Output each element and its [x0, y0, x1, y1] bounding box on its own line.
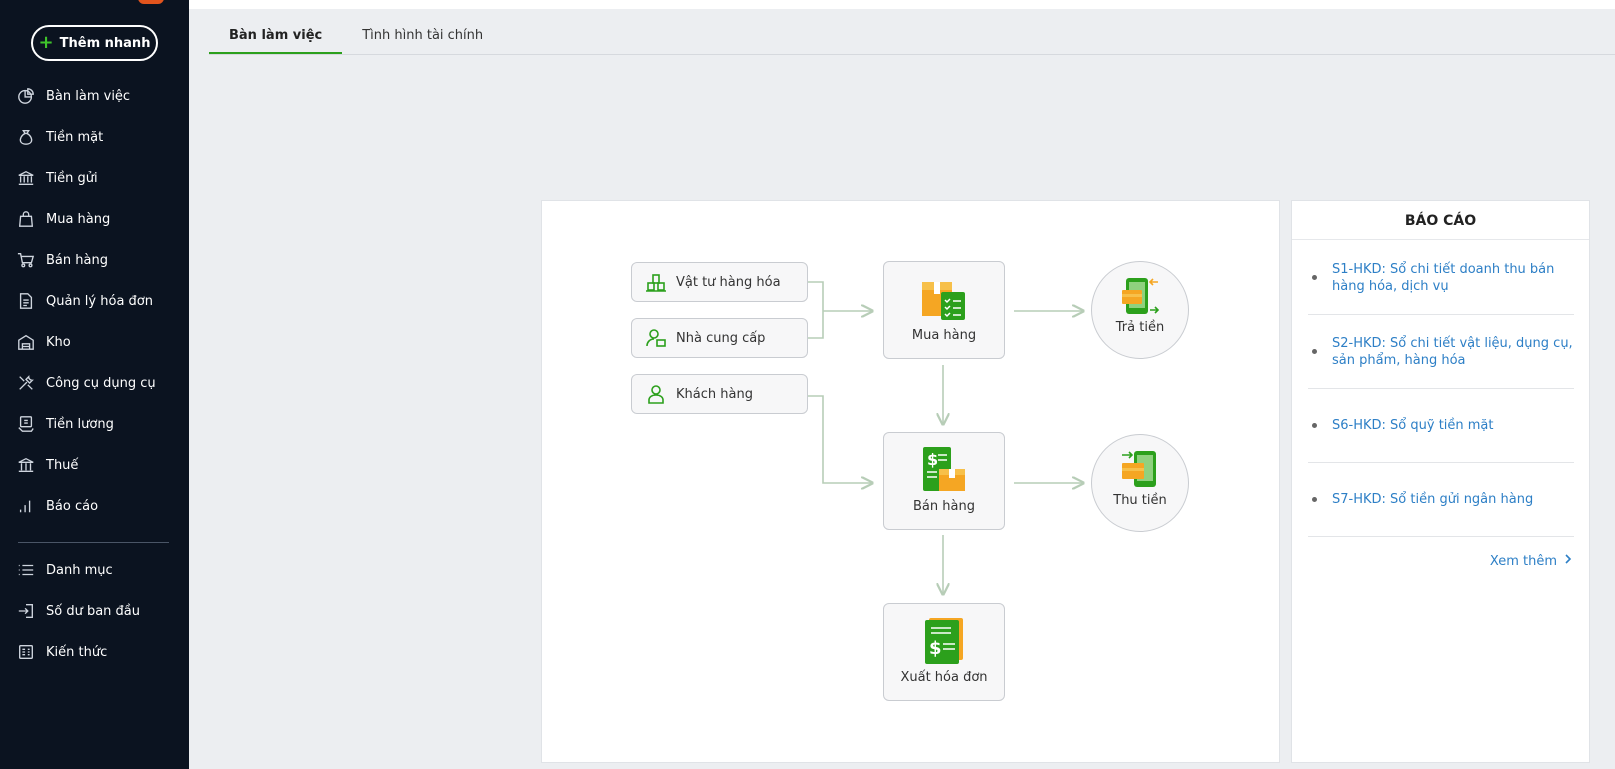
login-icon: [16, 601, 36, 621]
chip-customer[interactable]: Khách hàng: [631, 374, 808, 414]
purchase-box[interactable]: Mua hàng: [883, 261, 1005, 359]
svg-text:$: $: [929, 638, 942, 659]
bullet-icon: [1312, 423, 1317, 428]
money-bag-icon: [16, 127, 36, 147]
bullet-icon: [1312, 349, 1317, 354]
tab-financial-status[interactable]: Tình hình tài chính: [342, 22, 503, 55]
pay-circle[interactable]: Trả tiền: [1091, 261, 1189, 359]
sidebar-item-label: Tiền mặt: [46, 129, 104, 145]
sidebar-item-deposit[interactable]: Tiền gửi: [0, 160, 189, 196]
sidebar-item-label: Bàn làm việc: [46, 88, 131, 104]
workflow-panel: Vật tư hàng hóa Nhà cung cấp Khách hàng …: [541, 200, 1280, 763]
payroll-icon: [16, 414, 36, 434]
purchase-label: Mua hàng: [911, 328, 977, 343]
see-more-link[interactable]: Xem thêm: [1490, 553, 1573, 569]
report-item: S2-HKD: Sổ chi tiết vật liệu, dụng cụ, s…: [1308, 315, 1574, 389]
bar-chart-icon: [16, 496, 36, 516]
sidebar-item-label: Quản lý hóa đơn: [46, 293, 153, 309]
cart-icon: [16, 250, 36, 270]
dashboard-icon: [16, 86, 36, 106]
top-bar: [189, 0, 1615, 9]
tab-divider: [209, 54, 1615, 55]
sales-box[interactable]: $ Bán hàng: [883, 432, 1005, 530]
pay-icon: [1120, 276, 1160, 316]
chip-label: Nhà cung cấp: [676, 330, 766, 346]
sidebar-item-tools[interactable]: Công cụ dụng cụ: [0, 365, 189, 401]
report-item: S7-HKD: Sổ tiền gửi ngân hàng: [1308, 463, 1574, 537]
list-icon: [16, 560, 36, 580]
sidebar-item-knowledge[interactable]: Kiến thức: [0, 634, 189, 670]
collect-circle[interactable]: Thu tiền: [1091, 434, 1189, 532]
goods-icon: [645, 271, 667, 293]
sales-icon: $: [919, 445, 969, 495]
sidebar-item-warehouse[interactable]: Kho: [0, 324, 189, 360]
document-icon: [16, 291, 36, 311]
sales-label: Bán hàng: [913, 499, 975, 514]
tab-dashboard[interactable]: Bàn làm việc: [209, 22, 343, 55]
sidebar-item-label: Danh mục: [46, 562, 113, 578]
sidebar-item-invoice[interactable]: Quản lý hóa đơn: [0, 283, 189, 319]
sidebar-item-label: Công cụ dụng cụ: [46, 375, 156, 391]
warehouse-icon: [16, 332, 36, 352]
customer-icon: [645, 383, 667, 405]
invoice-label: Xuất hóa đơn: [900, 670, 988, 685]
chip-supplier[interactable]: Nhà cung cấp: [631, 318, 808, 358]
svg-text:$: $: [927, 450, 938, 469]
sidebar-item-label: Kiến thức: [46, 644, 108, 660]
supplier-icon: [645, 327, 667, 349]
quick-add-label: Thêm nhanh: [59, 35, 151, 51]
report-item: S6-HKD: Sổ quỹ tiền mặt: [1308, 389, 1574, 463]
quick-add-button[interactable]: + Thêm nhanh: [31, 25, 158, 61]
plus-icon: +: [38, 32, 54, 53]
report-title: BÁO CÁO: [1292, 201, 1589, 240]
tools-icon: [16, 373, 36, 393]
sidebar-item-label: Thuế: [46, 457, 79, 473]
bank-icon: [16, 168, 36, 188]
tab-bar: Bàn làm việc Tình hình tài chính: [209, 22, 503, 55]
nav-divider: [18, 542, 169, 543]
shopping-bag-icon: [16, 209, 36, 229]
sidebar-item-opening-balance[interactable]: Số dư ban đầu: [0, 593, 189, 629]
sidebar: + Thêm nhanh Bàn làm việc Tiền mặt Tiền …: [0, 0, 189, 769]
report-item: S1-HKD: Sổ chi tiết doanh thu bán hàng h…: [1308, 241, 1574, 315]
see-more-label: Xem thêm: [1489, 553, 1557, 569]
report-link[interactable]: S2-HKD: Sổ chi tiết vật liệu, dụng cụ, s…: [1332, 335, 1574, 369]
sidebar-item-sales[interactable]: Bán hàng: [0, 242, 189, 278]
chip-goods[interactable]: Vật tư hàng hóa: [631, 262, 808, 302]
invoice-icon: $: [919, 616, 969, 666]
sidebar-item-cash[interactable]: Tiền mặt: [0, 119, 189, 155]
report-link[interactable]: S6-HKD: Sổ quỹ tiền mặt: [1332, 417, 1494, 434]
chip-label: Khách hàng: [676, 386, 753, 402]
invoice-box[interactable]: $ Xuất hóa đơn: [883, 603, 1005, 701]
pay-label: Trả tiền: [1115, 320, 1165, 335]
tax-building-icon: [16, 455, 36, 475]
sidebar-item-label: Số dư ban đầu: [46, 603, 141, 619]
report-link[interactable]: S7-HKD: Sổ tiền gửi ngân hàng: [1332, 491, 1533, 508]
chip-label: Vật tư hàng hóa: [676, 274, 781, 290]
report-panel: BÁO CÁO S1-HKD: Sổ chi tiết doanh thu bá…: [1291, 200, 1590, 763]
sidebar-item-label: Tiền lương: [46, 416, 114, 432]
collect-label: Thu tiền: [1113, 493, 1167, 508]
bullet-icon: [1312, 497, 1317, 502]
report-link[interactable]: S1-HKD: Sổ chi tiết doanh thu bán hàng h…: [1332, 261, 1574, 295]
chevron-right-icon: [1563, 553, 1573, 569]
sidebar-item-label: Mua hàng: [46, 211, 111, 227]
purchase-icon: [919, 274, 969, 324]
sidebar-item-label: Tiền gửi: [46, 170, 98, 186]
book-icon: [16, 642, 36, 662]
sidebar-item-label: Bán hàng: [46, 252, 108, 268]
brand-badge: [138, 0, 164, 4]
sidebar-item-tax[interactable]: Thuế: [0, 447, 189, 483]
sidebar-item-payroll[interactable]: Tiền lương: [0, 406, 189, 442]
bullet-icon: [1312, 275, 1317, 280]
sidebar-item-label: Kho: [46, 334, 71, 350]
sidebar-item-purchase[interactable]: Mua hàng: [0, 201, 189, 237]
sidebar-item-label: Báo cáo: [46, 498, 99, 514]
sidebar-item-catalog[interactable]: Danh mục: [0, 552, 189, 588]
sidebar-item-dashboard[interactable]: Bàn làm việc: [0, 78, 189, 114]
collect-icon: [1120, 449, 1160, 489]
sidebar-item-report[interactable]: Báo cáo: [0, 488, 189, 524]
